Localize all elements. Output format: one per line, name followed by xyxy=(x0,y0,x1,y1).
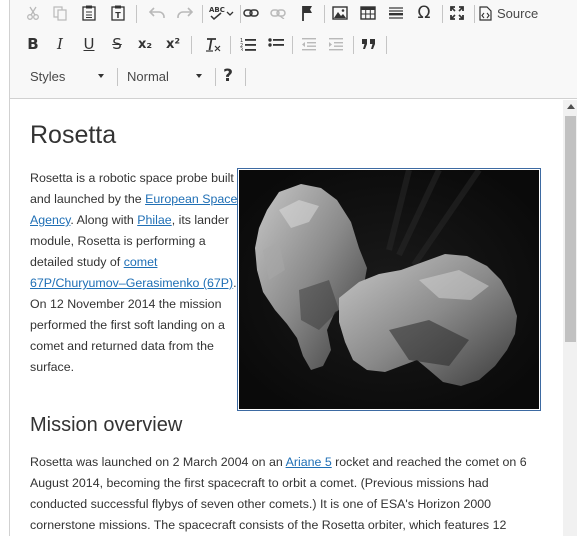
superscript-button[interactable]: x² xyxy=(160,31,186,57)
toolbar-row-2: B I U S x₂ x² 123 xyxy=(10,31,577,59)
overview-paragraph: Rosetta was launched on 2 March 2004 on … xyxy=(30,452,545,536)
cut-icon[interactable] xyxy=(20,0,46,26)
scrollbar-thumb[interactable] xyxy=(565,116,576,342)
paste-text-icon[interactable]: T xyxy=(105,0,131,26)
toolbar-separator xyxy=(230,36,231,54)
toolbar-separator xyxy=(292,36,293,54)
unlink-icon[interactable] xyxy=(265,0,291,26)
italic-button[interactable]: I xyxy=(47,31,73,57)
toolbar-separator xyxy=(386,36,387,54)
superscript-icon: x² xyxy=(165,36,181,52)
section-heading: Mission overview xyxy=(30,414,183,436)
intro-text: . On 12 November 2014 the mission perfor… xyxy=(30,276,237,374)
format-dropdown[interactable]: Normal xyxy=(119,63,211,89)
intro-paragraph: Rosetta is a robotic space probe built a… xyxy=(30,168,240,378)
bulleted-list-icon[interactable] xyxy=(263,31,289,57)
indent-icon[interactable] xyxy=(323,31,349,57)
undo-icon[interactable] xyxy=(144,0,170,26)
toolbar-separator xyxy=(136,5,137,23)
page-title: Rosetta xyxy=(30,121,117,149)
toolbar-separator xyxy=(353,36,354,54)
italic-icon: I xyxy=(57,35,63,53)
strikethrough-icon: S xyxy=(112,35,122,53)
toolbar-row-3: Styles Normal ? xyxy=(10,63,577,91)
bold-icon: B xyxy=(27,35,39,53)
overview-text: Rosetta was launched on 2 March 2004 on … xyxy=(30,455,286,469)
styles-dropdown[interactable]: Styles xyxy=(22,63,112,89)
strikethrough-button[interactable]: S xyxy=(104,31,130,57)
maximize-icon[interactable] xyxy=(444,0,470,26)
remove-format-icon[interactable] xyxy=(200,31,226,57)
subscript-button[interactable]: x₂ xyxy=(132,31,158,57)
intro-text: . Along with xyxy=(70,213,138,227)
copy-icon[interactable] xyxy=(47,0,73,26)
toolbar-separator xyxy=(191,36,192,54)
toolbar-separator xyxy=(474,5,475,23)
horizontal-line-icon[interactable] xyxy=(383,0,409,26)
omega-symbol: Ω xyxy=(417,3,431,23)
toolbar-separator xyxy=(442,5,443,23)
numbered-list-icon[interactable]: 123 xyxy=(235,31,261,57)
chevron-down-icon xyxy=(196,74,202,78)
outdent-icon[interactable] xyxy=(296,31,322,57)
vertical-scrollbar[interactable] xyxy=(563,100,577,536)
editor-toolbar: T ABC Ω Source B I U S x₂ x² 1 2 3 Style… xyxy=(10,0,577,99)
link-ariane-5[interactable]: Ariane 5 xyxy=(286,455,332,469)
link-icon[interactable] xyxy=(238,0,264,26)
help-button[interactable]: ? xyxy=(215,63,241,89)
toolbar-separator xyxy=(117,68,118,86)
link-philae[interactable]: Philae xyxy=(137,213,171,227)
bold-button[interactable]: B xyxy=(20,31,46,57)
scroll-up-arrow-icon[interactable] xyxy=(567,104,575,109)
source-icon xyxy=(479,5,492,21)
table-icon[interactable] xyxy=(355,0,381,26)
svg-text:ABC: ABC xyxy=(209,6,225,14)
rich-text-editor: T ABC Ω Source B I U S x₂ x² 1 2 3 Style… xyxy=(9,0,577,536)
underline-button[interactable]: U xyxy=(76,31,102,57)
source-button[interactable]: Source xyxy=(479,0,547,26)
svg-text:T: T xyxy=(115,11,121,20)
help-icon: ? xyxy=(223,66,233,86)
anchor-icon[interactable] xyxy=(294,0,320,26)
format-dropdown-label: Normal xyxy=(127,68,169,84)
toolbar-separator xyxy=(202,5,203,23)
underline-icon: U xyxy=(83,35,95,53)
styles-dropdown-label: Styles xyxy=(30,68,66,84)
toolbar-row-1: T ABC Ω Source xyxy=(10,0,577,28)
spellcheck-icon[interactable]: ABC xyxy=(206,0,236,26)
paste-icon[interactable] xyxy=(76,0,102,26)
toolbar-separator xyxy=(324,5,325,23)
svg-text:3: 3 xyxy=(240,48,243,52)
subscript-icon: x₂ xyxy=(137,36,153,52)
comet-image[interactable] xyxy=(237,168,541,411)
blockquote-icon[interactable] xyxy=(356,31,382,57)
chevron-down-icon xyxy=(98,74,104,78)
toolbar-separator xyxy=(245,68,246,86)
source-label: Source xyxy=(497,5,539,21)
editor-content[interactable]: Rosetta Rosetta is a robotic space probe… xyxy=(10,100,563,536)
redo-icon[interactable] xyxy=(172,0,198,26)
special-char-icon[interactable]: Ω xyxy=(411,0,437,26)
image-icon[interactable] xyxy=(327,0,353,26)
